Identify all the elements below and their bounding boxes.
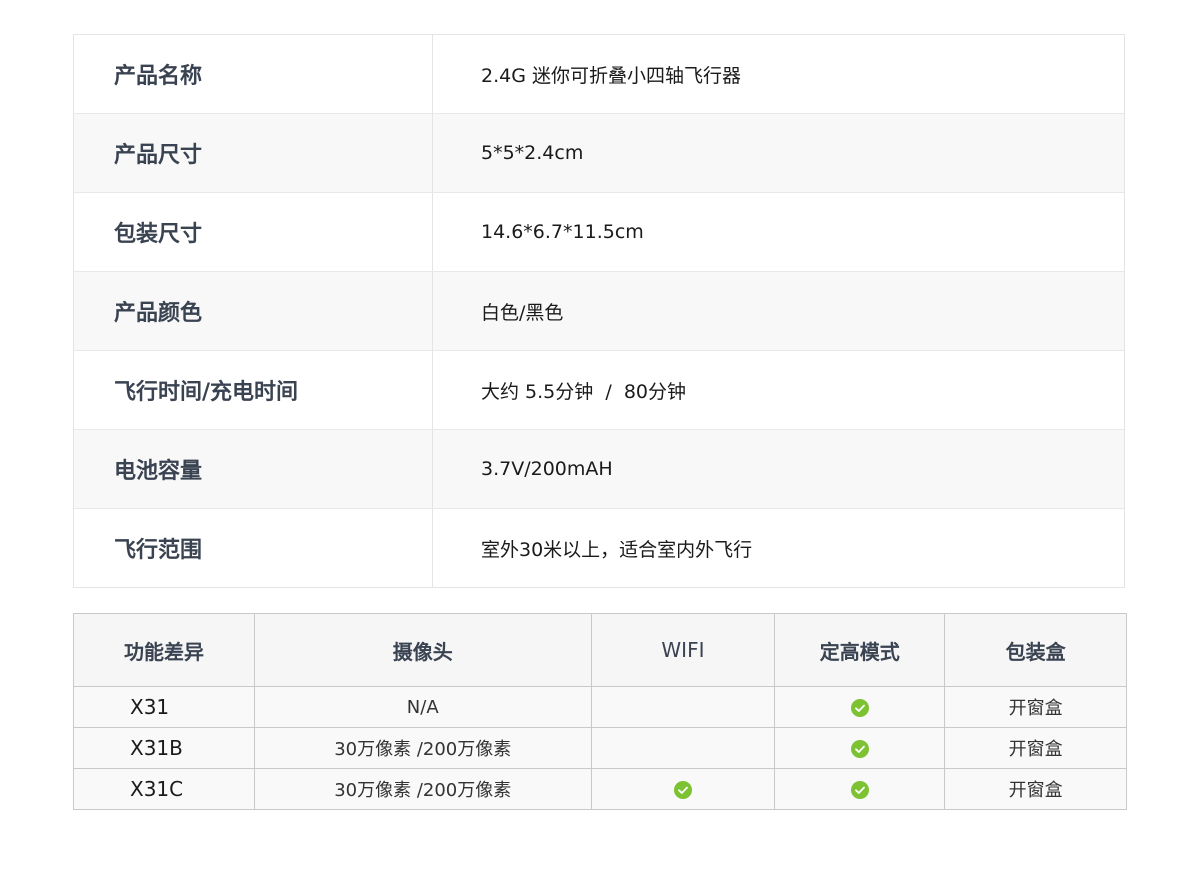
spec-label: 产品尺寸 bbox=[74, 114, 433, 192]
check-circle-icon bbox=[850, 739, 869, 758]
model-cell: X31B bbox=[73, 727, 255, 769]
spec-value: 3.7V/200mAH bbox=[481, 458, 613, 480]
check-cell bbox=[590, 686, 776, 728]
box-cell: 开窗盒 bbox=[944, 727, 1127, 769]
model-cell: X31 bbox=[73, 686, 255, 728]
header-camera: 摄像头 bbox=[253, 613, 592, 687]
spec-row: 包装尺寸 14.6*6.7*11.5cm bbox=[74, 192, 1124, 271]
header-feature-diff: 功能差异 bbox=[73, 613, 255, 687]
check-circle-icon bbox=[673, 780, 692, 799]
spec-value: 2.4G 迷你可折叠小四轴飞行器 bbox=[481, 64, 741, 87]
camera-cell: 30万像素 /200万像素 bbox=[253, 768, 592, 810]
check-cell bbox=[590, 768, 776, 810]
check-cell bbox=[774, 686, 946, 728]
spec-value: 5*5*2.4cm bbox=[481, 142, 584, 164]
spec-table: 产品名称 2.4G 迷你可折叠小四轴飞行器 产品尺寸 5*5*2.4cm 包装尺… bbox=[73, 34, 1125, 588]
comparison-header-row: 功能差异 摄像头 WIFI 定高模式 包装盒 bbox=[73, 613, 1127, 687]
spec-row: 电池容量 3.7V/200mAH bbox=[74, 429, 1124, 508]
spec-row: 飞行范围 室外30米以上，适合室内外飞行 bbox=[74, 508, 1124, 587]
check-cell bbox=[774, 727, 946, 769]
comparison-table: 功能差异 摄像头 WIFI 定高模式 包装盒 X31 N/A 开窗盒 X31B 30万像… bbox=[73, 613, 1127, 810]
spec-row: 产品名称 2.4G 迷你可折叠小四轴飞行器 bbox=[74, 35, 1124, 113]
spec-label: 产品颜色 bbox=[74, 272, 433, 350]
comparison-row: X31 N/A 开窗盒 bbox=[73, 686, 1127, 728]
spec-value: 白色/黑色 bbox=[481, 301, 564, 324]
spec-label: 飞行时间/充电时间 bbox=[74, 351, 433, 429]
spec-label: 飞行范围 bbox=[74, 509, 433, 587]
spec-row: 产品颜色 白色/黑色 bbox=[74, 271, 1124, 350]
check-cell bbox=[774, 768, 946, 810]
spec-label: 产品名称 bbox=[74, 35, 433, 113]
header-wifi: WIFI bbox=[590, 613, 776, 687]
spec-value: 大约 5.5分钟 / 80分钟 bbox=[481, 380, 686, 403]
check-circle-icon bbox=[850, 780, 869, 799]
camera-cell: 30万像素 /200万像素 bbox=[253, 727, 592, 769]
box-cell: 开窗盒 bbox=[944, 768, 1127, 810]
comparison-row: X31C 30万像素 /200万像素 开窗盒 bbox=[73, 768, 1127, 810]
camera-cell: N/A bbox=[253, 686, 592, 728]
spec-row: 产品尺寸 5*5*2.4cm bbox=[74, 113, 1124, 192]
model-cell: X31C bbox=[73, 768, 255, 810]
spec-label: 包装尺寸 bbox=[74, 193, 433, 271]
check-circle-icon bbox=[850, 698, 869, 717]
header-box: 包装盒 bbox=[944, 613, 1127, 687]
spec-label: 电池容量 bbox=[74, 430, 433, 508]
comparison-row: X31B 30万像素 /200万像素 开窗盒 bbox=[73, 727, 1127, 769]
header-altitude-hold: 定高模式 bbox=[774, 613, 946, 687]
spec-value: 室外30米以上，适合室内外飞行 bbox=[481, 538, 753, 561]
spec-row: 飞行时间/充电时间 大约 5.5分钟 / 80分钟 bbox=[74, 350, 1124, 429]
spec-value: 14.6*6.7*11.5cm bbox=[481, 221, 644, 243]
box-cell: 开窗盒 bbox=[944, 686, 1127, 728]
check-cell bbox=[590, 727, 776, 769]
